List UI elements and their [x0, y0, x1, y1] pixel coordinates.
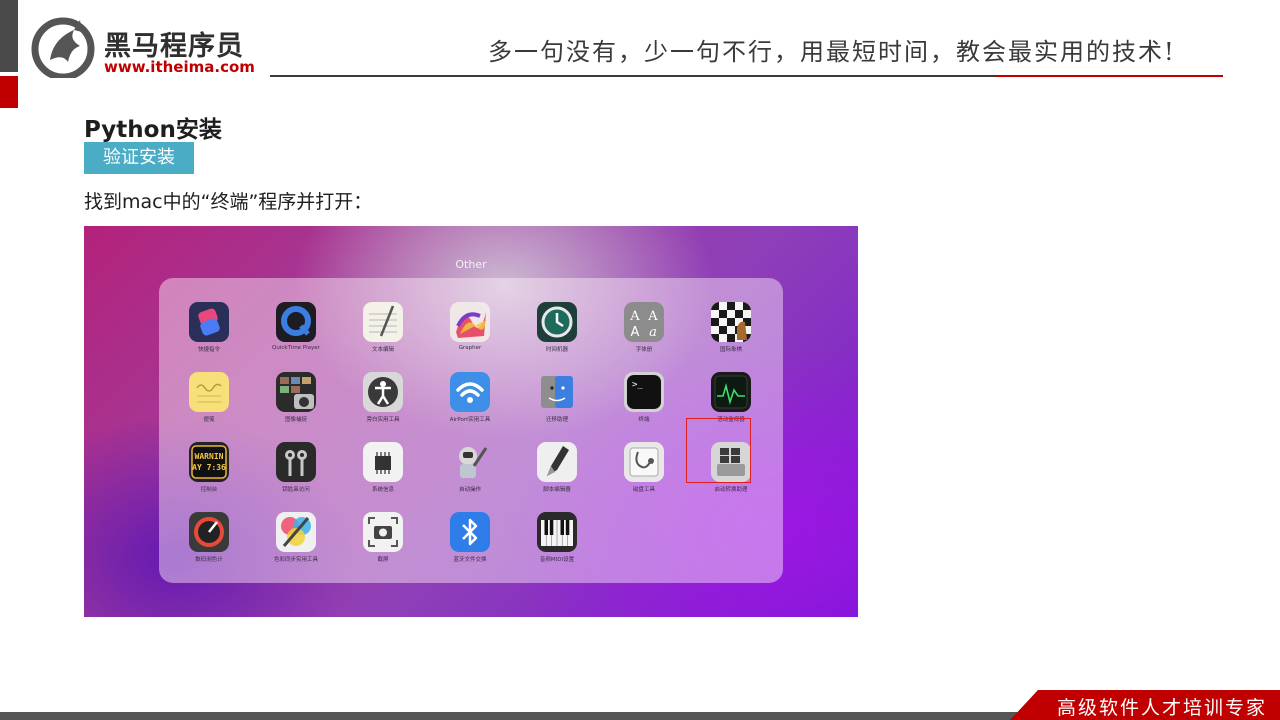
font-book-icon: A A A a — [624, 302, 664, 342]
app-shortcuts[interactable]: 快捷指令 — [169, 302, 249, 364]
app-stickies[interactable]: 便笺 — [169, 372, 249, 434]
app-label: Grapher — [458, 345, 482, 351]
header-slogan: 多一句没有，少一句不行，用最短时间，教会最实用的技术! — [488, 38, 1176, 66]
app-label: QuickTime Player — [272, 345, 320, 351]
app-label: 系统信息 — [371, 487, 394, 493]
app-bluetooth-file-exchange[interactable]: 蓝牙文件交换 — [430, 512, 510, 574]
folder-title: Other — [455, 258, 487, 271]
stickies-icon — [189, 372, 229, 412]
app-audio-midi-setup[interactable]: 音频MIDI设置 — [517, 512, 597, 574]
app-label: 图像捕捉 — [284, 417, 307, 423]
shortcuts-icon — [189, 302, 229, 342]
svg-text:a: a — [649, 325, 657, 340]
app-label: 国际象棋 — [719, 347, 742, 353]
app-voiceover-utility[interactable]: 旁白实用工具 — [343, 372, 423, 434]
app-label: 时间机器 — [545, 347, 568, 353]
app-label: 截屏 — [377, 557, 389, 563]
brand-url: www.itheima.com — [104, 58, 255, 76]
footer-tagline: 高级软件人才培训专家 — [1057, 697, 1268, 719]
app-label: 字体册 — [635, 347, 653, 353]
app-migration-assistant[interactable]: 迁移助理 — [517, 372, 597, 434]
app-label: 脚本编辑器 — [543, 487, 571, 493]
audio-midi-setup-icon — [537, 512, 577, 552]
app-image-capture[interactable]: 图像捕捉 — [256, 372, 336, 434]
app-label: 迁移助理 — [545, 417, 568, 423]
textedit-icon — [363, 302, 403, 342]
app-label: 终端 — [638, 417, 650, 423]
app-automator[interactable]: 自动操作 — [430, 442, 510, 504]
app-font-book[interactable]: A A A a 字体册 — [604, 302, 684, 364]
voiceover-utility-icon — [363, 372, 403, 412]
app-time-machine[interactable]: 时间机器 — [517, 302, 597, 364]
app-terminal[interactable]: >_ 终端 — [604, 372, 684, 434]
app-textedit[interactable]: 文本编辑 — [343, 302, 423, 364]
app-label: 蓝牙文件交换 — [453, 557, 487, 563]
activity-monitor-icon — [711, 372, 751, 412]
system-information-icon — [363, 442, 403, 482]
svg-text:AY 7:36: AY 7:36 — [192, 463, 226, 472]
app-label: 控制台 — [200, 487, 218, 493]
brand-logo: 黑马程序员 www.itheima.com — [30, 16, 270, 80]
app-label: AirPort实用工具 — [449, 417, 491, 423]
slide-title: Python安装 — [84, 117, 222, 143]
disk-utility-icon — [624, 442, 664, 482]
app-label: 快捷指令 — [197, 347, 220, 353]
app-console[interactable]: WARNIN AY 7:36 控制台 — [169, 442, 249, 504]
app-label: 音频MIDI设置 — [539, 557, 575, 563]
screenshot-icon — [363, 512, 403, 552]
svg-text:A: A — [631, 325, 640, 340]
bluetooth-file-exchange-icon — [450, 512, 490, 552]
terminal-highlight-box — [686, 418, 751, 483]
launchpad-folder-panel: 快捷指令 QuickTime Player 文本编辑 Grapher 时间机器 — [159, 278, 783, 583]
migration-assistant-icon — [537, 372, 577, 412]
app-chess[interactable]: 国际象棋 — [691, 302, 771, 364]
corner-accent-dark — [0, 0, 18, 72]
quicktime-icon — [276, 302, 316, 342]
slide-description: 找到mac中的“终端”程序并打开： — [84, 191, 373, 213]
svg-text:WARNIN: WARNIN — [195, 452, 224, 461]
app-label: 自动操作 — [458, 487, 481, 493]
section-badge: 验证安装 — [84, 142, 194, 174]
app-label: 启动转换助理 — [714, 487, 748, 493]
app-label: 钥匙串访问 — [282, 487, 310, 493]
corner-accent-red — [0, 76, 18, 108]
horse-logo-icon — [31, 17, 95, 78]
app-digital-color-meter[interactable]: 数码测色计 — [169, 512, 249, 574]
digital-color-meter-icon — [189, 512, 229, 552]
colorsync-utility-icon — [276, 512, 316, 552]
automator-icon — [450, 442, 490, 482]
app-disk-utility[interactable]: 磁盘工具 — [604, 442, 684, 504]
keychain-access-icon — [276, 442, 316, 482]
app-label: 便笺 — [203, 417, 215, 423]
svg-text:A: A — [629, 309, 640, 324]
app-label: 数码测色计 — [195, 557, 223, 563]
app-keychain-access[interactable]: 钥匙串访问 — [256, 442, 336, 504]
app-colorsync-utility[interactable]: 色彩同步实用工具 — [256, 512, 336, 574]
launchpad-screenshot: Other 快捷指令 QuickTime Player 文本编辑 Grapher — [84, 226, 858, 617]
app-quicktime[interactable]: QuickTime Player — [256, 302, 336, 364]
app-airport-utility[interactable]: AirPort实用工具 — [430, 372, 510, 434]
svg-text:A: A — [647, 309, 658, 324]
app-label: 文本编辑 — [371, 347, 394, 353]
app-grapher[interactable]: Grapher — [430, 302, 510, 364]
time-machine-icon — [537, 302, 577, 342]
app-label: 色彩同步实用工具 — [273, 557, 318, 563]
header-divider-accent — [995, 75, 1223, 77]
header-divider — [270, 75, 995, 77]
svg-text:>_: >_ — [632, 380, 643, 390]
terminal-icon: >_ — [624, 372, 664, 412]
app-label: 磁盘工具 — [632, 487, 655, 493]
app-system-information[interactable]: 系统信息 — [343, 442, 423, 504]
script-editor-icon — [537, 442, 577, 482]
console-icon: WARNIN AY 7:36 — [189, 442, 229, 482]
image-capture-icon — [276, 372, 316, 412]
app-script-editor[interactable]: 脚本编辑器 — [517, 442, 597, 504]
app-label: 旁白实用工具 — [366, 417, 400, 423]
airport-utility-icon — [450, 372, 490, 412]
grapher-icon — [450, 302, 490, 342]
app-screenshot[interactable]: 截屏 — [343, 512, 423, 574]
chess-icon — [711, 302, 751, 342]
